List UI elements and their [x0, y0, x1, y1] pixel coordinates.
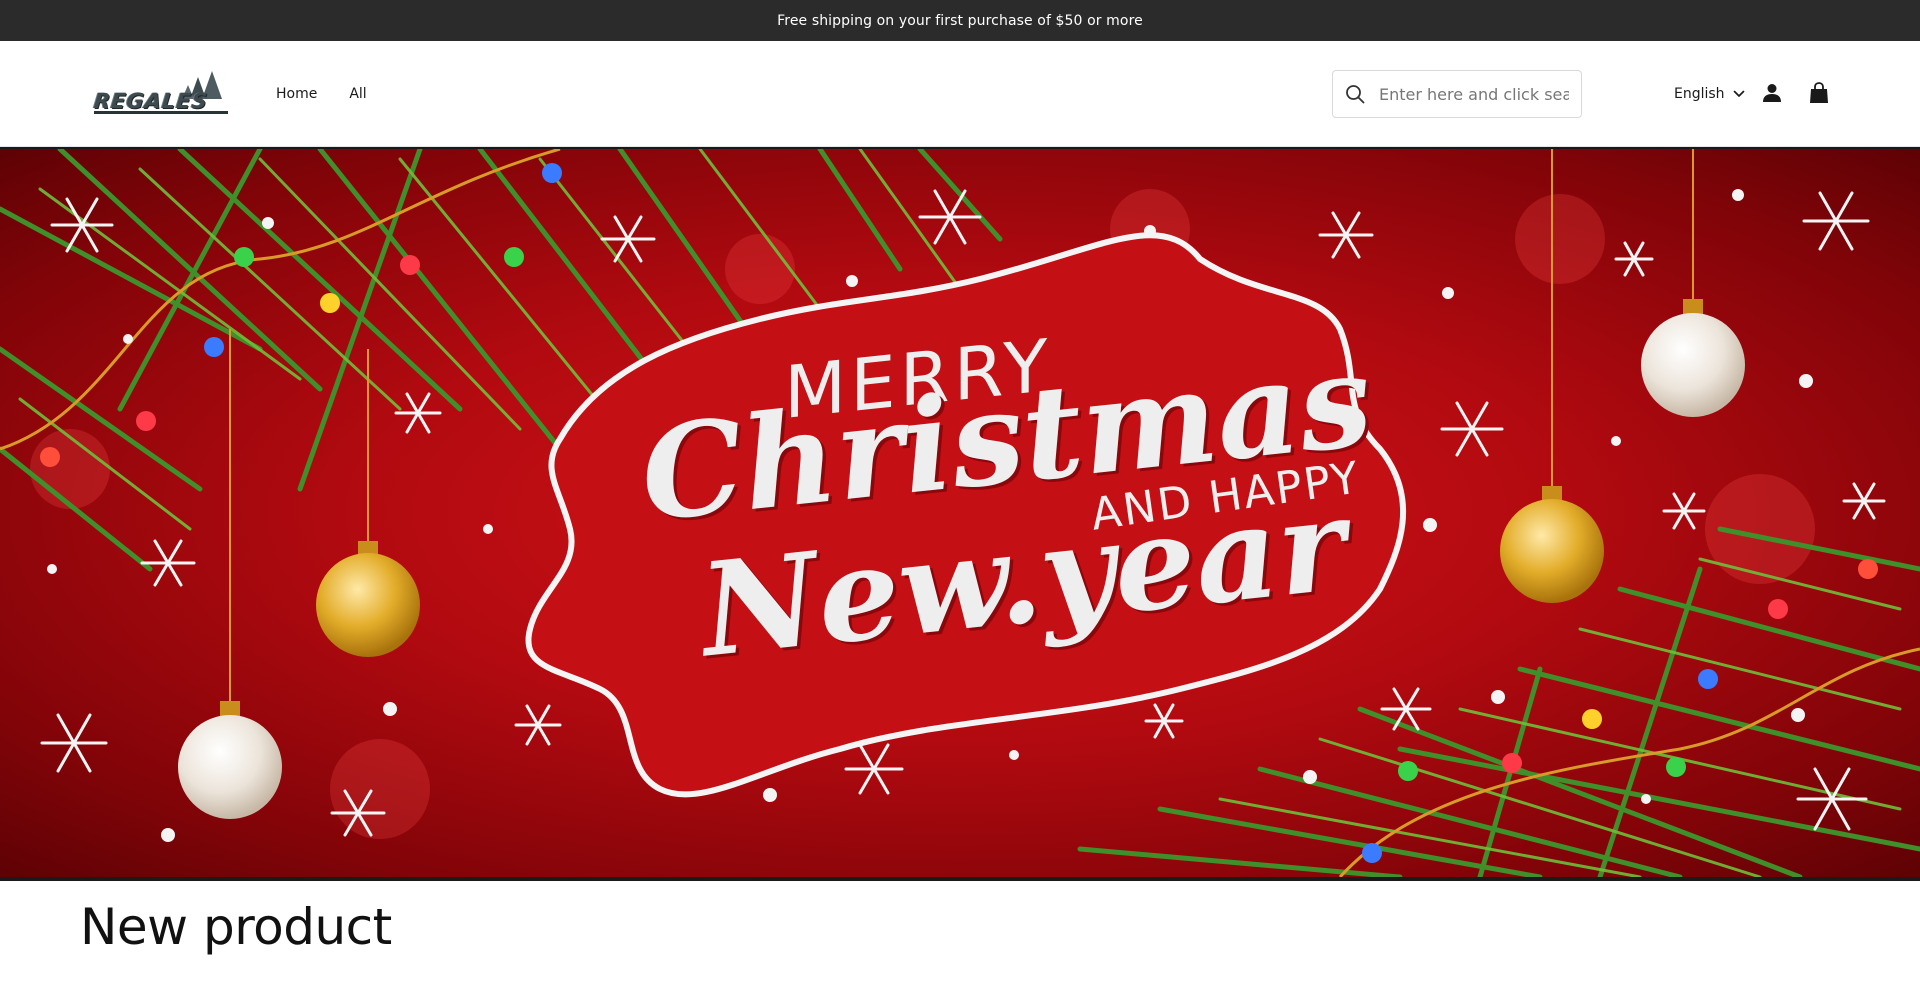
shopping-bag-icon[interactable] — [1809, 82, 1829, 104]
chevron-down-icon — [1733, 90, 1744, 97]
main-nav: Home All — [276, 41, 367, 147]
site-header: REGALES Home All English — [0, 41, 1920, 147]
language-label: English — [1674, 86, 1725, 102]
search-box[interactable] — [1332, 70, 1582, 118]
section-title: New product — [80, 898, 392, 956]
hero-banner[interactable]: MERRY Christmas AND HAPPY New.year — [0, 147, 1920, 881]
language-selector[interactable]: English — [1674, 41, 1745, 147]
account-icon[interactable] — [1762, 83, 1782, 103]
nav-item-all[interactable]: All — [349, 86, 366, 102]
logo-text: REGALES — [92, 89, 210, 113]
search-icon[interactable] — [1345, 84, 1365, 104]
announcement-text: Free shipping on your first purchase of … — [777, 12, 1143, 29]
announcement-bar: Free shipping on your first purchase of … — [0, 0, 1920, 41]
search-input[interactable] — [1379, 84, 1569, 104]
logo[interactable]: REGALES — [92, 69, 228, 115]
nav-item-home[interactable]: Home — [276, 86, 317, 102]
